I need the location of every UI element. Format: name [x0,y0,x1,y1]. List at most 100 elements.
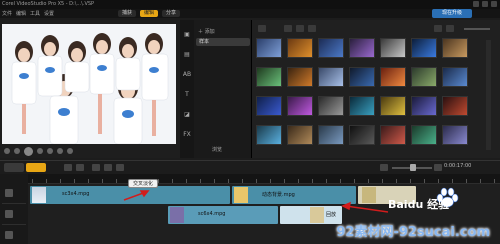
tab-share[interactable]: 分享 [162,10,181,17]
library-thumbnail[interactable] [256,125,282,145]
library-thumbnail[interactable] [380,67,406,87]
library-thumbnail[interactable] [442,67,468,87]
sort-icon[interactable] [434,25,442,32]
ruler-tick [284,179,285,183]
add-folder-button[interactable]: ＋ 添加 [198,28,215,35]
playback-controls [2,145,176,157]
library-thumbnail[interactable] [442,96,468,116]
view-icon[interactable] [446,25,454,32]
ruler-tick [102,179,103,183]
overlay-track-icon [5,210,13,218]
ruler-tick [424,179,425,183]
ruler-tick [228,179,229,183]
ruler-tick [158,179,159,183]
library-thumbnail[interactable] [256,38,282,58]
ruler-tick [466,179,467,183]
library-thumbnail[interactable] [411,67,437,87]
mixer-icon[interactable] [104,164,112,171]
media-icon[interactable]: ▣ [182,30,192,40]
thumbnail-size-slider[interactable] [464,28,490,30]
ruler-tick [186,179,187,183]
menu-file[interactable]: 文件 [2,10,12,17]
library-thumbnail[interactable] [318,38,344,58]
storyboard-view-button[interactable] [4,163,24,172]
ruler-tick [382,179,383,183]
browse-button[interactable]: 浏览 [212,146,222,153]
zoom-out-icon[interactable] [380,164,388,171]
library-thumbnail[interactable] [442,125,468,145]
tab-edit[interactable]: 编辑 [140,10,159,17]
preview-window [2,24,176,144]
menu-settings[interactable]: 设置 [44,10,54,17]
ruler-tick [74,179,75,183]
close-icon[interactable] [491,1,497,7]
import-icon[interactable] [258,25,266,32]
play-icon[interactable] [24,146,33,156]
transition-icon[interactable]: AB [182,70,192,80]
video-filter-icon[interactable] [284,25,292,32]
title-icon[interactable]: T [182,90,192,100]
filter-icon[interactable]: FX [182,130,192,140]
ruler-tick [312,179,313,183]
library-thumbnail[interactable] [318,67,344,87]
library-thumbnail[interactable] [318,125,344,145]
library-thumbnail[interactable] [349,67,375,87]
repeat-icon[interactable] [57,148,63,154]
auto-music-icon[interactable] [116,164,124,171]
photo-filter-icon[interactable] [296,25,304,32]
home-icon[interactable] [4,148,10,154]
ruler-tick [200,179,201,183]
redo-icon[interactable] [76,164,84,171]
video-track-icon [5,189,13,197]
video-track-header[interactable] [2,184,26,204]
library-thumbnail[interactable] [349,96,375,116]
library-thumbnail[interactable] [256,67,282,87]
timeline-timecode: 0:00:17:00 [444,163,472,169]
menu-tools[interactable]: 工具 [30,10,40,17]
library-scrollbar[interactable] [486,40,491,150]
library-thumbnail[interactable] [411,38,437,58]
folder-item-sample[interactable]: 样本 [196,38,250,46]
previous-icon[interactable] [14,148,20,154]
library-thumbnail[interactable] [287,96,313,116]
maximize-icon[interactable] [482,1,488,7]
menu-edit[interactable]: 编辑 [16,10,26,17]
library-thumbnail[interactable] [442,38,468,58]
undo-icon[interactable] [64,164,72,171]
graphic-icon[interactable]: ◪ [182,110,192,120]
next-icon[interactable] [37,148,43,154]
zoom-in-icon[interactable] [434,164,442,171]
player-panel [0,20,180,158]
ruler-tick [270,179,271,183]
tab-capture[interactable]: 捕获 [118,10,137,17]
minimize-icon[interactable] [473,1,479,7]
timeline-view-button[interactable] [26,163,46,172]
library-thumbnail[interactable] [318,96,344,116]
zoom-slider-knob[interactable] [410,164,416,171]
audio-filter-icon[interactable] [308,25,316,32]
ruler-tick [172,179,173,183]
ruler-tick [438,179,439,183]
volume-icon[interactable] [67,148,73,154]
instant-project-icon[interactable]: ▤ [182,50,192,60]
library-thumbnail[interactable] [411,125,437,145]
library-thumbnail[interactable] [349,125,375,145]
library-thumbnail[interactable] [380,96,406,116]
end-icon[interactable] [47,148,53,154]
library-thumbnail[interactable] [256,96,282,116]
record-icon[interactable] [92,164,100,171]
library-thumbnail[interactable] [380,125,406,145]
library-thumbnail[interactable] [287,67,313,87]
ruler-tick [326,179,327,183]
library-thumbnail[interactable] [287,38,313,58]
library-thumbnail[interactable] [411,96,437,116]
library-thumbnail[interactable] [380,38,406,58]
menu-bar: 文件 编辑 工具 设置 捕获 编辑 分享 [0,9,500,18]
library-thumbnail[interactable] [349,38,375,58]
library-tool-strip: ▣ ▤ AB T ◪ FX [180,20,194,158]
title-track-header[interactable] [2,226,26,244]
library-thumbnail[interactable] [287,125,313,145]
overlay-track-header[interactable] [2,205,26,225]
upgrade-button[interactable]: 现在升级 [432,9,472,18]
timeline-ruler[interactable] [28,174,500,184]
